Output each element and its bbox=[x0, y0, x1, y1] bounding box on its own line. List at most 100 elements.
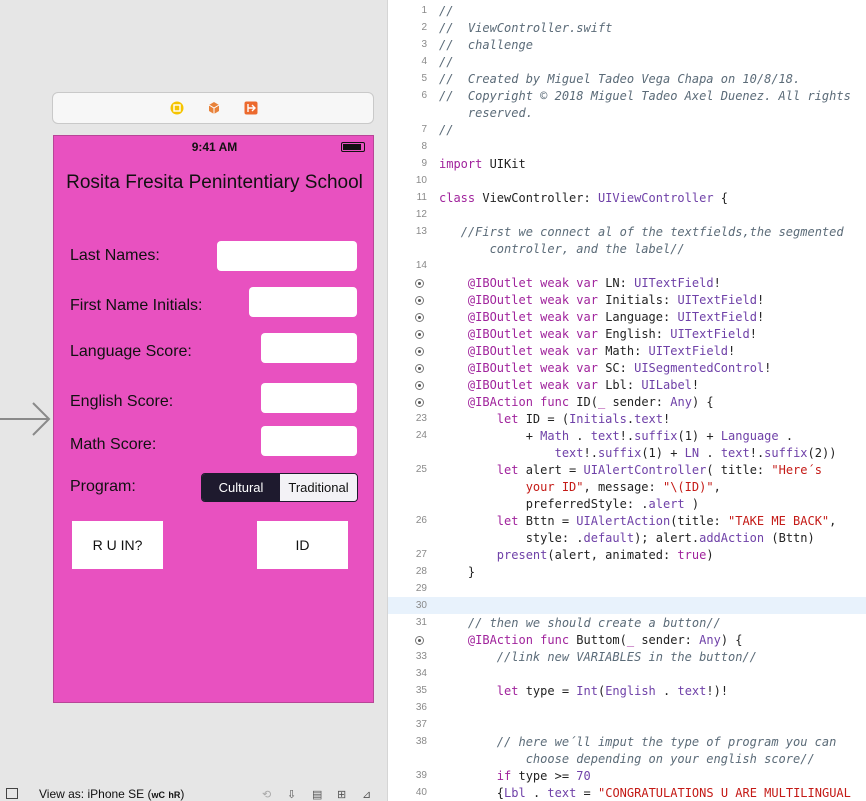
outlet-connection-icon[interactable] bbox=[415, 313, 424, 322]
code-line[interactable]: reserved. bbox=[439, 105, 533, 122]
code-line[interactable]: } bbox=[439, 564, 475, 581]
interface-builder-canvas: 9:41 AM Rosita Fresita Penintentiary Sch… bbox=[0, 0, 387, 801]
code-line[interactable]: {Lbl . text = "CONGRATULATIONS U ARE MUL… bbox=[439, 785, 851, 801]
line-number: 34 bbox=[415, 668, 427, 679]
battery-icon bbox=[341, 142, 365, 152]
code-line[interactable]: @IBOutlet weak var LN: UITextField! bbox=[439, 275, 721, 292]
line-number: 9 bbox=[421, 158, 427, 169]
outlet-connection-icon[interactable] bbox=[415, 330, 424, 339]
line-number: 26 bbox=[415, 515, 427, 526]
line-number: 28 bbox=[415, 566, 427, 577]
line-number: 33 bbox=[415, 651, 427, 662]
scene-dock bbox=[52, 92, 374, 124]
status-time: 9:41 AM bbox=[191, 140, 238, 154]
code-line[interactable]: //link new VARIABLES in the button// bbox=[439, 649, 757, 666]
code-line[interactable]: //First we connect al of the textfields,… bbox=[439, 224, 844, 241]
code-line[interactable]: style: .default); alert.addAction (Bttn) bbox=[439, 530, 815, 547]
embed-icon[interactable]: ⇩ bbox=[287, 788, 296, 801]
first-responder-icon[interactable] bbox=[207, 101, 221, 115]
english-score-label: English Score: bbox=[70, 393, 174, 410]
code-line[interactable]: let Bttn = UIAlertAction(title: "TAKE ME… bbox=[439, 513, 837, 530]
program-segmented-control[interactable]: Cultural Traditional bbox=[201, 473, 358, 502]
code-line[interactable]: // here we´ll imput the type of program … bbox=[439, 734, 837, 751]
segment-traditional[interactable]: Traditional bbox=[280, 474, 357, 501]
line-number: 25 bbox=[415, 464, 427, 475]
code-line[interactable]: @IBOutlet weak var Language: UITextField… bbox=[439, 309, 764, 326]
outlet-connection-icon[interactable] bbox=[415, 364, 424, 373]
line-number: 23 bbox=[415, 413, 427, 424]
line-number: 24 bbox=[415, 430, 427, 441]
line-number: 29 bbox=[415, 583, 427, 594]
line-number: 30 bbox=[415, 600, 427, 611]
line-number: 1 bbox=[421, 5, 427, 16]
line-number: 35 bbox=[415, 685, 427, 696]
code-line[interactable]: // challenge bbox=[439, 37, 533, 54]
code-line[interactable]: // ViewController.swift bbox=[439, 20, 612, 37]
first-initials-field[interactable] bbox=[249, 287, 357, 317]
code-line[interactable]: your ID", message: "\(ID)", bbox=[439, 479, 721, 496]
code-line[interactable]: @IBOutlet weak var SC: UISegmentedContro… bbox=[439, 360, 771, 377]
line-number: 38 bbox=[415, 736, 427, 747]
line-number: 5 bbox=[421, 73, 427, 84]
code-line[interactable]: // Copyright © 2018 Miguel Tadeo Axel Du… bbox=[439, 88, 851, 105]
code-line[interactable]: @IBOutlet weak var Initials: UITextField… bbox=[439, 292, 764, 309]
line-number: 10 bbox=[415, 175, 427, 186]
program-label: Program: bbox=[70, 478, 136, 495]
code-line[interactable]: import UIKit bbox=[439, 156, 526, 173]
code-line[interactable]: preferredStyle: .alert ) bbox=[439, 496, 699, 513]
line-number: 14 bbox=[415, 260, 427, 271]
code-line[interactable]: choose depending on your english score// bbox=[439, 751, 815, 768]
outlet-connection-icon[interactable] bbox=[415, 398, 424, 407]
last-names-field[interactable] bbox=[217, 241, 357, 271]
line-number: 4 bbox=[421, 56, 427, 67]
resolve-issues-icon[interactable]: ⊿ bbox=[362, 788, 371, 801]
code-line[interactable]: @IBOutlet weak var English: UITextField! bbox=[439, 326, 757, 343]
outlet-connection-icon[interactable] bbox=[415, 296, 424, 305]
code-line[interactable]: @IBAction func Buttom(_ sender: Any) { bbox=[439, 632, 743, 649]
code-line[interactable]: + Math . text!.suffix(1) + Language . bbox=[439, 428, 793, 445]
school-title: Rosita Fresita Penintentiary School bbox=[66, 172, 363, 193]
line-number: 13 bbox=[415, 226, 427, 237]
language-score-field[interactable] bbox=[261, 333, 357, 363]
code-line[interactable]: @IBOutlet weak var Lbl: UILabel! bbox=[439, 377, 699, 394]
code-line[interactable]: let ID = (Initials.text! bbox=[439, 411, 670, 428]
code-line[interactable]: // then we should create a button// bbox=[439, 615, 721, 632]
outlet-connection-icon[interactable] bbox=[415, 347, 424, 356]
math-score-field[interactable] bbox=[261, 426, 357, 456]
pin-icon[interactable]: ⊞ bbox=[337, 788, 346, 801]
code-line[interactable]: class ViewController: UIViewController { bbox=[439, 190, 728, 207]
code-line[interactable]: @IBOutlet weak var Math: UITextField! bbox=[439, 343, 735, 360]
code-line[interactable]: if type >= 70 bbox=[439, 768, 591, 785]
update-frames-icon[interactable]: ⟲ bbox=[262, 788, 271, 801]
line-number: 39 bbox=[415, 770, 427, 781]
code-line[interactable]: let type = Int(English . text!)! bbox=[439, 683, 728, 700]
exit-icon[interactable] bbox=[244, 101, 258, 115]
code-line[interactable]: // bbox=[439, 3, 453, 20]
segment-cultural[interactable]: Cultural bbox=[202, 474, 280, 501]
outlet-connection-icon[interactable] bbox=[415, 636, 424, 645]
code-line[interactable]: text!.suffix(1) + LN . text!.suffix(2)) bbox=[439, 445, 837, 462]
line-number: 27 bbox=[415, 549, 427, 560]
code-line[interactable]: let alert = UIAlertController( title: "H… bbox=[439, 462, 822, 479]
align-icon[interactable]: ▤ bbox=[312, 788, 322, 801]
code-line[interactable]: @IBAction func ID(_ sender: Any) { bbox=[439, 394, 714, 411]
english-score-field[interactable] bbox=[261, 383, 357, 413]
run-in-button[interactable]: R U IN? bbox=[72, 521, 163, 569]
outlet-connection-icon[interactable] bbox=[415, 279, 424, 288]
sidebar-toggle-icon[interactable] bbox=[6, 788, 18, 799]
code-line[interactable]: // bbox=[439, 122, 453, 139]
line-number: 6 bbox=[421, 90, 427, 101]
code-line[interactable]: // Created by Miguel Tadeo Vega Chapa on… bbox=[439, 71, 800, 88]
code-line[interactable]: present(alert, animated: true) bbox=[439, 547, 714, 564]
entry-point-arrow bbox=[0, 402, 51, 436]
last-names-label: Last Names: bbox=[70, 247, 160, 264]
view-controller-icon[interactable] bbox=[170, 101, 184, 115]
iphone-view: 9:41 AM Rosita Fresita Penintentiary Sch… bbox=[53, 135, 374, 703]
id-button[interactable]: ID bbox=[257, 521, 348, 569]
line-number: 7 bbox=[421, 124, 427, 135]
outlet-connection-icon[interactable] bbox=[415, 381, 424, 390]
code-editor[interactable]: 1 // 2 // ViewController.swift 3 // challenge… bbox=[387, 0, 866, 801]
view-as-label[interactable]: View as: iPhone SE (wC hR) bbox=[39, 787, 184, 801]
code-line[interactable]: // bbox=[439, 54, 453, 71]
code-line[interactable]: controller, and the label// bbox=[439, 241, 685, 258]
